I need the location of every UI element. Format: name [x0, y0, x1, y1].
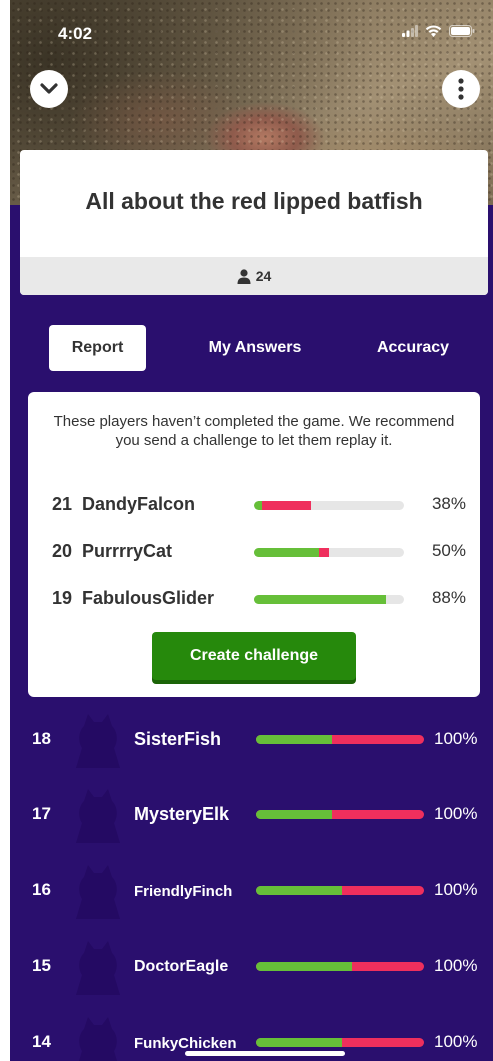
player-name: FabulousGlider — [82, 588, 215, 608]
status-bar: 4:02 — [10, 0, 493, 60]
collapse-button[interactable] — [30, 70, 68, 108]
player-accuracy: 100% — [434, 1032, 478, 1051]
players-count: 24 — [255, 268, 272, 284]
accuracy-bar — [256, 735, 424, 744]
correct-segment — [256, 886, 342, 895]
correct-segment — [254, 595, 386, 604]
status-time: 4:02 — [58, 24, 93, 43]
correct-segment — [254, 501, 262, 510]
player-name: DandyFalcon — [82, 494, 196, 514]
player-avatar — [76, 865, 120, 919]
home-indicator — [185, 1051, 345, 1056]
player-name: PurrrryCat — [82, 541, 173, 561]
leaderboard-row[interactable]: 17 MysteryElk 100% — [10, 787, 493, 843]
report-tabs: Report My Answers Accuracy — [10, 325, 493, 373]
accuracy-bar — [254, 595, 404, 604]
player-accuracy: 50% — [431, 541, 466, 560]
incomplete-message: These players haven’t completed the game… — [53, 413, 455, 449]
leaderboard-row[interactable]: 18 SisterFish 100% — [10, 712, 493, 768]
correct-segment — [256, 810, 332, 819]
signal-icon — [402, 25, 418, 37]
player-accuracy: 100% — [434, 729, 478, 748]
player-rank: 15 — [32, 956, 51, 975]
incomplete-players-card: These players haven’t completed the game… — [28, 392, 480, 697]
player-avatar — [76, 1017, 120, 1061]
leaderboard-row[interactable]: 15 DoctorEagle 100% — [10, 939, 493, 995]
player-rank: 17 — [32, 804, 51, 823]
player-avatar — [76, 789, 120, 843]
accuracy-bar — [256, 962, 424, 971]
status-icons — [402, 25, 475, 37]
player-rank: 19 — [52, 588, 73, 608]
incomplete-player-row: 20 PurrrryCat 50% — [28, 541, 480, 565]
correct-segment — [254, 548, 319, 557]
more-vertical-icon — [458, 78, 464, 100]
quiz-title: All about the red lipped batfish — [85, 188, 423, 214]
player-name: MysteryElk — [134, 804, 230, 824]
player-avatar — [76, 714, 120, 768]
more-options-button[interactable] — [442, 70, 480, 108]
incomplete-player-row: 21 DandyFalcon 38% — [28, 494, 480, 518]
player-rank: 18 — [32, 729, 51, 748]
player-rank: 21 — [52, 494, 73, 514]
player-accuracy: 88% — [431, 588, 466, 607]
correct-segment — [256, 962, 352, 971]
accuracy-bar — [256, 1038, 424, 1047]
app-screen: 4:02 All about the red lipped batfish 24… — [10, 0, 493, 1061]
tab-report[interactable]: Report — [49, 325, 146, 371]
player-accuracy: 100% — [434, 804, 478, 823]
player-rank: 14 — [32, 1032, 51, 1051]
player-name: FunkyChicken — [134, 1035, 237, 1052]
player-name: DoctorEagle — [134, 958, 229, 975]
accuracy-bar — [256, 886, 424, 895]
battery-icon — [449, 25, 475, 37]
person-icon — [237, 268, 251, 284]
leaderboard-row[interactable]: 16 FriendlyFinch 100% — [10, 863, 493, 919]
player-name: FriendlyFinch — [134, 883, 233, 900]
player-name: SisterFish — [134, 729, 222, 749]
tab-my-answers[interactable]: My Answers — [192, 325, 318, 371]
player-rank: 20 — [52, 541, 73, 561]
accuracy-bar — [256, 810, 424, 819]
accuracy-bar — [254, 548, 404, 557]
incomplete-player-row: 19 FabulousGlider 88% — [28, 588, 480, 612]
player-avatar — [76, 941, 120, 995]
player-accuracy: 100% — [434, 956, 478, 975]
tab-accuracy[interactable]: Accuracy — [362, 325, 464, 371]
correct-segment — [256, 735, 332, 744]
player-accuracy: 38% — [431, 494, 466, 513]
correct-segment — [256, 1038, 342, 1047]
incorrect-segment — [261, 501, 311, 510]
wifi-icon — [425, 25, 442, 37]
player-accuracy: 100% — [434, 880, 478, 899]
incorrect-segment — [318, 548, 329, 557]
create-challenge-button[interactable]: Create challenge — [152, 632, 356, 680]
player-rank: 16 — [32, 880, 51, 899]
accuracy-bar — [254, 501, 404, 510]
players-info: 24 — [20, 257, 488, 295]
chevron-down-icon — [40, 83, 58, 94]
quiz-title-card: All about the red lipped batfish 24 — [20, 150, 488, 295]
